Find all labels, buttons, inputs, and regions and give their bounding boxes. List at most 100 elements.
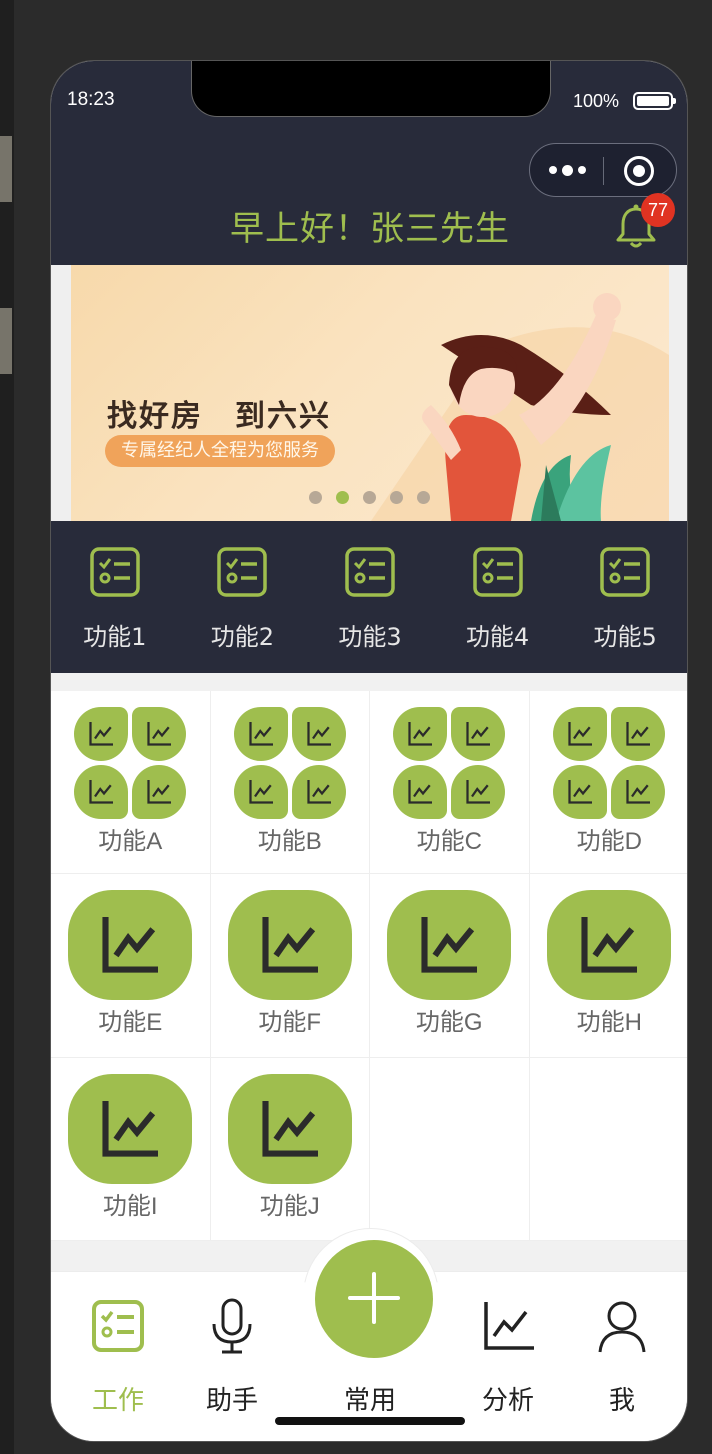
banner-title: 找好房 到六兴 <box>107 399 331 434</box>
clover-leaf <box>393 707 448 761</box>
clover-icon <box>553 707 666 819</box>
tab-analysis[interactable]: 分析 <box>453 1272 563 1441</box>
user-icon <box>598 1301 646 1353</box>
pager-dot[interactable] <box>417 491 430 504</box>
grid-item-clover[interactable]: 功能D <box>529 691 687 875</box>
chart-icon <box>262 1100 318 1157</box>
quick-function-1[interactable]: 功能1 <box>51 521 179 673</box>
grid-item-label: 功能F <box>258 1009 322 1037</box>
chart-icon <box>421 917 478 973</box>
grid-item-label: 功能E <box>98 1009 163 1037</box>
home-indicator <box>275 1417 465 1425</box>
tile-icon <box>547 890 672 1001</box>
battery-percent: 100% <box>573 91 620 111</box>
checklist-icon <box>345 547 395 597</box>
tile-icon <box>227 890 352 1001</box>
grid-item-clover[interactable]: 功能A <box>51 691 211 875</box>
pager-dot[interactable] <box>309 491 322 504</box>
clover-leaf <box>74 707 129 761</box>
checklist-icon <box>92 1300 144 1352</box>
grid-item-label: 功能C <box>416 828 482 855</box>
chart-icon <box>147 722 172 746</box>
microphone-icon <box>212 1298 252 1354</box>
clover-leaf <box>451 765 506 819</box>
grid-item-tile[interactable]: 功能J <box>210 1057 370 1241</box>
header: 18:23 100% 早上好！张三先生 77 <box>51 61 687 265</box>
chart-icon <box>147 780 172 804</box>
grid-item-clover[interactable]: 功能C <box>370 691 530 875</box>
quick-function-2[interactable]: 功能2 <box>179 521 307 673</box>
chart-icon <box>307 722 331 746</box>
quick-functions-row: 功能1 功能2 功能3 功能4 功能5 <box>51 521 687 673</box>
grid-item-tile[interactable]: 功能H <box>529 874 687 1058</box>
clover-leaf <box>74 765 129 819</box>
tab-label: 我 <box>608 1386 635 1416</box>
banner-area: 找好房 到六兴 专属经纪人全程为您服务 <box>51 265 687 521</box>
chart-icon <box>262 917 318 973</box>
chart-icon <box>408 722 433 746</box>
quick-function-label: 功能1 <box>83 623 147 651</box>
capsule-divider <box>603 157 604 185</box>
background-editor-strip <box>0 0 14 1454</box>
chart-icon <box>249 722 273 746</box>
checklist-icon <box>90 547 140 597</box>
grid-item-clover[interactable]: 功能B <box>210 691 370 875</box>
quick-function-label: 功能2 <box>210 623 275 651</box>
pager-dot[interactable] <box>363 491 376 504</box>
editor-block <box>0 308 12 374</box>
chart-icon <box>102 1100 159 1157</box>
clover-leaf <box>132 707 187 761</box>
clover-leaf <box>611 765 666 819</box>
chart-icon <box>484 1302 534 1350</box>
chart-icon <box>89 780 114 804</box>
clover-icon <box>233 707 346 819</box>
tab-work[interactable]: 工作 <box>63 1272 173 1441</box>
grid-empty-cell <box>370 1057 530 1241</box>
chart-icon <box>89 722 114 746</box>
close-miniprogram-button[interactable] <box>624 156 654 186</box>
quick-function-label: 功能5 <box>593 623 657 651</box>
quick-function-5[interactable]: 功能5 <box>561 521 687 673</box>
banner-subtitle: 专属经纪人全程为您服务 <box>105 435 335 467</box>
grid-item-tile[interactable]: 功能F <box>210 874 370 1058</box>
grid-empty-cell <box>529 1058 687 1241</box>
clover-leaf <box>132 765 187 819</box>
quick-function-label: 功能4 <box>465 623 530 651</box>
tab-me[interactable]: 我 <box>567 1272 677 1441</box>
chart-icon <box>626 722 651 746</box>
grid-item-tile[interactable]: 功能I <box>51 1057 211 1241</box>
quick-function-3[interactable]: 功能3 <box>306 521 434 673</box>
grid-item-tile[interactable]: 功能E <box>51 874 211 1058</box>
promo-banner[interactable]: 找好房 到六兴 专属经纪人全程为您服务 <box>71 265 669 521</box>
clover-leaf <box>291 765 346 819</box>
clover-icon <box>393 707 506 819</box>
clover-leaf <box>233 707 288 761</box>
quick-function-4[interactable]: 功能4 <box>434 521 562 673</box>
pager-dot[interactable] <box>390 491 403 504</box>
more-menu-button[interactable] <box>530 144 604 196</box>
tab-label: 助手 <box>205 1386 258 1416</box>
tile-icon <box>68 1073 193 1184</box>
checklist-icon <box>472 547 523 597</box>
tab-assistant[interactable]: 助手 <box>177 1272 287 1441</box>
grid-item-label: 功能H <box>576 1009 642 1037</box>
grid-item-label: 功能I <box>102 1192 158 1220</box>
greeting-title: 早上好！张三先生 <box>230 209 510 249</box>
grid-item-label: 功能G <box>415 1009 483 1037</box>
grid-item-tile[interactable]: 功能G <box>370 874 530 1058</box>
chart-icon <box>568 722 593 746</box>
tile-icon <box>227 1073 352 1184</box>
tab-label: 分析 <box>481 1386 534 1416</box>
miniprogram-capsule <box>529 143 677 197</box>
tab-label: 常用 <box>343 1386 396 1416</box>
woman-illustration <box>371 293 669 521</box>
grid-item-label: 功能A <box>98 828 163 855</box>
pager-dot-active[interactable] <box>336 491 349 504</box>
grid-item-label: 功能D <box>576 828 642 855</box>
chart-icon <box>102 917 159 973</box>
clover-icon <box>74 707 187 819</box>
phone-frame: 18:23 100% 早上好！张三先生 77 找好房 到六兴 专属经纪人全程为您… <box>50 60 688 1442</box>
clover-leaf <box>611 707 666 761</box>
status-time: 18:23 <box>67 89 115 110</box>
chart-icon <box>581 917 638 973</box>
